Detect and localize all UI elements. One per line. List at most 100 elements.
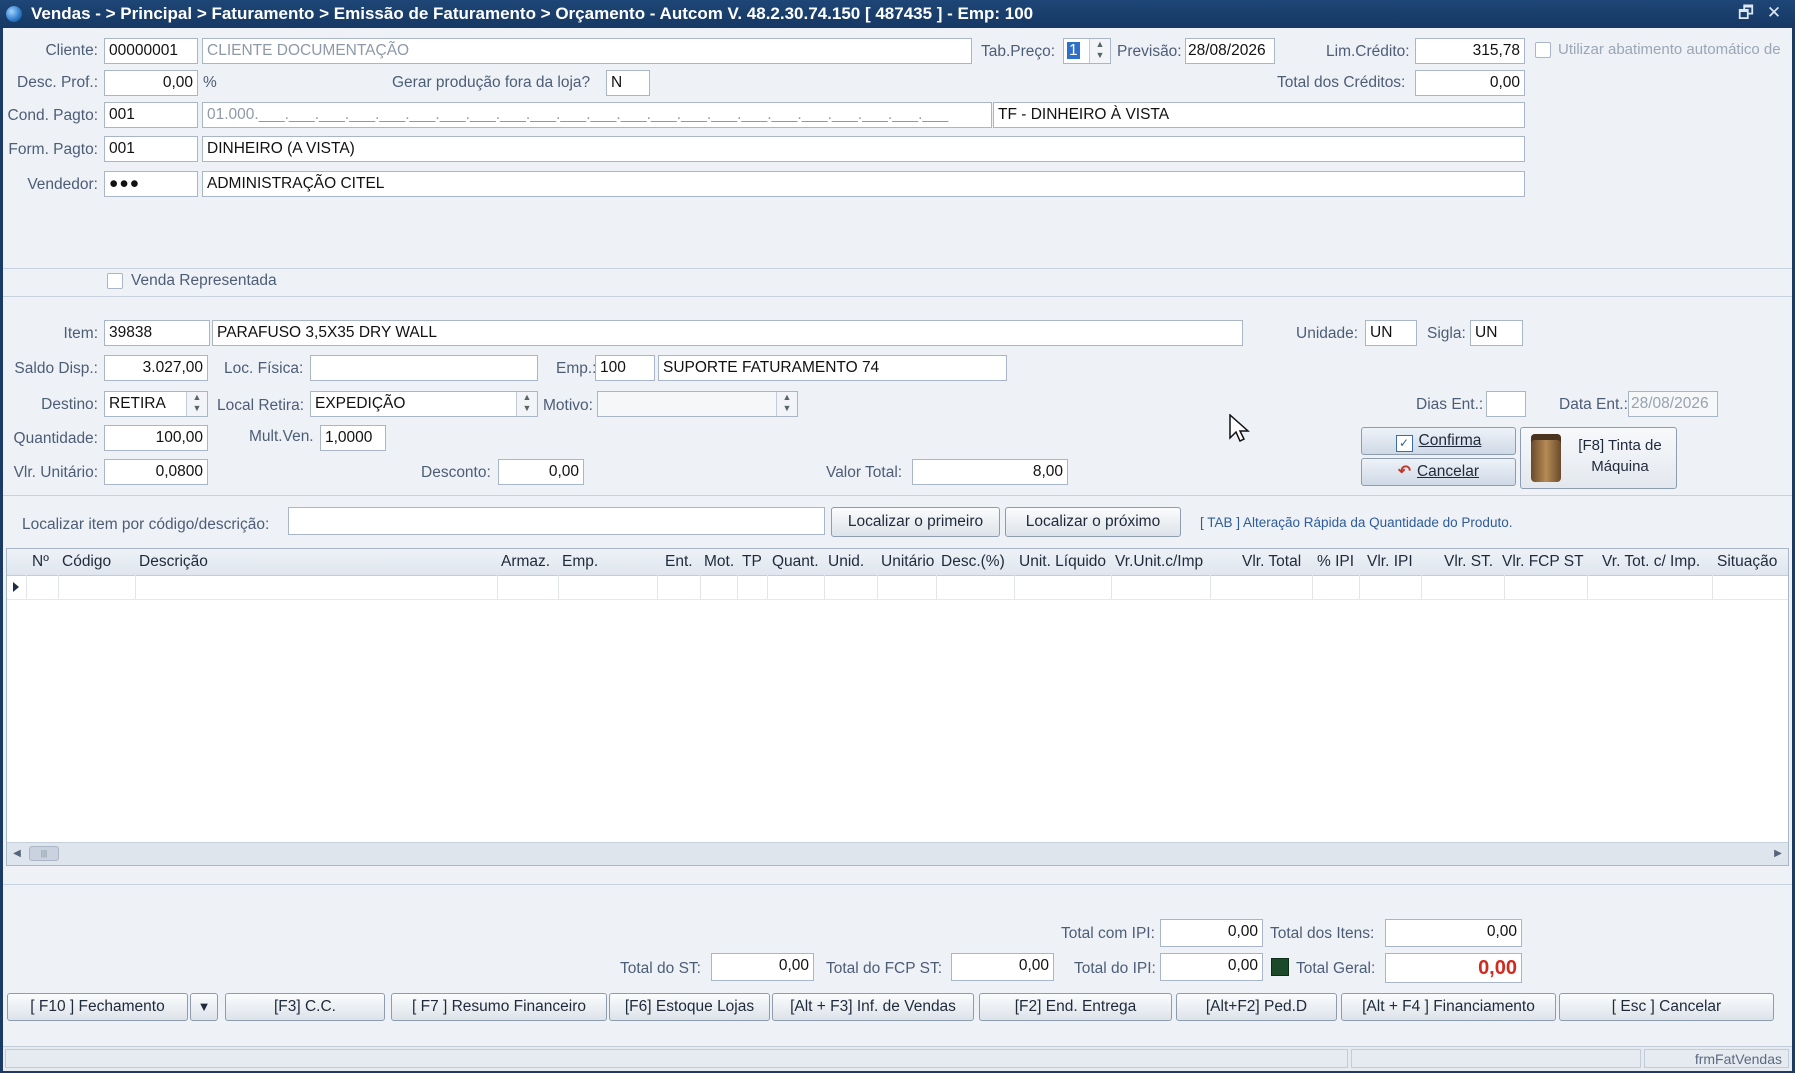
col-header[interactable]: Situação	[1717, 549, 1777, 575]
scroll-left-icon[interactable]: ◀	[7, 843, 27, 865]
destino-select[interactable]: RETIRA ▲ ▼	[104, 391, 208, 417]
cliente-code-field[interactable]: 00000001	[104, 38, 198, 64]
cc-button[interactable]: [F3] C.C.	[225, 993, 385, 1021]
dias-ent-label: Dias Ent.:	[1416, 396, 1484, 413]
col-header[interactable]: Vlr. IPI	[1367, 549, 1413, 575]
item-code-field[interactable]: 39838	[104, 320, 210, 346]
gerar-producao-label: Gerar produção fora da loja?	[392, 74, 591, 91]
tinta-maquina-button[interactable]: [F8] Tinta de Máquina	[1520, 427, 1677, 489]
search-input[interactable]	[288, 507, 825, 535]
mult-ven-field: 1,0000	[320, 425, 386, 451]
dias-ent-field[interactable]	[1486, 391, 1526, 417]
fechamento-button[interactable]: [ F10 ] Fechamento	[7, 993, 188, 1021]
col-divider	[58, 575, 59, 599]
cancelar-button[interactable]: [ Esc ] Cancelar	[1559, 993, 1774, 1021]
loc-fisica-field[interactable]	[310, 355, 538, 381]
previsao-field[interactable]: 28/08/2026	[1185, 38, 1275, 64]
col-header[interactable]: Vr.Unit.c/Imp	[1115, 549, 1203, 575]
col-header[interactable]: Unitário	[881, 549, 934, 575]
col-header[interactable]: % IPI	[1317, 549, 1354, 575]
abatimento-checkbox[interactable]	[1535, 42, 1551, 58]
vendedor-code-field[interactable]: ●●●	[104, 171, 198, 197]
cond-pagto-label: Cond. Pagto:	[7, 107, 98, 124]
item-label: Item:	[63, 325, 98, 342]
desconto-field[interactable]: 0,00	[498, 459, 584, 485]
separator	[3, 884, 1792, 885]
scroll-thumb[interactable]: |||	[29, 846, 59, 861]
total-geral-label: Total Geral:	[1296, 960, 1376, 977]
cond-pagto-code-field[interactable]: 001	[104, 102, 198, 128]
tinta-label-line2: Máquina	[1591, 458, 1649, 475]
status-bar: frmFatVendas	[3, 1046, 1792, 1071]
col-header[interactable]: Unit. Líquido	[1019, 549, 1106, 575]
valor-total-field[interactable]: 8,00	[912, 459, 1068, 485]
restore-icon[interactable]: 🗗	[1734, 2, 1758, 24]
col-header[interactable]: Unid.	[828, 549, 864, 575]
motivo-select[interactable]: ▲ ▼	[597, 391, 798, 417]
previsao-label: Previsão:	[1117, 43, 1182, 60]
vlr-unitario-field[interactable]: 0,0800	[104, 459, 208, 485]
emp-code-field[interactable]: 100	[595, 355, 655, 381]
col-header[interactable]: Código	[62, 549, 111, 575]
window-title: Vendas - > Principal > Faturamento > Emi…	[31, 4, 1034, 23]
col-header[interactable]: Vr. Tot. c/ Imp.	[1602, 549, 1700, 575]
motivo-spin[interactable]: ▲ ▼	[776, 392, 797, 416]
col-header[interactable]: Vlr. FCP ST	[1502, 549, 1584, 575]
tab-preco-spin[interactable]: ▲ ▼	[1089, 39, 1110, 63]
col-header[interactable]: Desc.(%)	[941, 549, 1005, 575]
cond-pagto-mask-field[interactable]: 01.000.___.___.___.___.___.___.___.___._…	[202, 102, 992, 128]
col-header[interactable]: Descrição	[139, 549, 208, 575]
form-pagto-label: Form. Pagto:	[8, 141, 98, 158]
form-body: Cliente: 00000001 CLIENTE DOCUMENTAÇÃO T…	[3, 28, 1792, 1071]
col-divider	[1587, 575, 1588, 599]
cancelar-item-button[interactable]: ↶ Cancelar	[1361, 458, 1516, 486]
separator	[3, 296, 1792, 297]
quantidade-field[interactable]: 100,00	[104, 425, 208, 451]
destino-value: RETIRA	[109, 395, 166, 412]
title-bar: Vendas - > Principal > Faturamento > Emi…	[0, 0, 1795, 28]
resumo-financeiro-button[interactable]: [ F7 ] Resumo Financeiro	[391, 993, 607, 1021]
motivo-label: Motivo:	[543, 397, 593, 414]
items-grid[interactable]: Nº Código Descrição Armaz. Emp. Ent. Mot…	[6, 548, 1789, 866]
destino-spin[interactable]: ▲ ▼	[186, 392, 207, 416]
gerar-producao-field[interactable]: N	[606, 70, 650, 96]
localizar-primeiro-button[interactable]: Localizar o primeiro	[831, 507, 1000, 537]
form-pagto-code-field[interactable]: 001	[104, 136, 198, 162]
col-header[interactable]: Quant.	[772, 549, 819, 575]
col-header[interactable]: Nº	[32, 549, 49, 575]
total-st-field: 0,00	[711, 953, 814, 981]
local-retira-select[interactable]: EXPEDIÇÃO ▲ ▼	[310, 391, 538, 417]
col-header[interactable]: Emp.	[562, 549, 598, 575]
separator	[3, 495, 1792, 496]
col-header[interactable]: Armaz.	[501, 549, 550, 575]
cliente-name-field[interactable]: CLIENTE DOCUMENTAÇÃO	[202, 38, 972, 64]
col-divider	[1359, 575, 1360, 599]
localizar-proximo-button[interactable]: Localizar o próximo	[1005, 507, 1181, 537]
ped-d-button[interactable]: [Alt+F2] Ped.D	[1176, 993, 1337, 1021]
col-divider	[767, 575, 768, 599]
paint-can-icon	[1531, 434, 1561, 482]
col-header[interactable]: TP	[742, 549, 762, 575]
estoque-lojas-button[interactable]: [F6] Estoque Lojas	[609, 993, 770, 1021]
col-header[interactable]: Mot.	[704, 549, 734, 575]
close-icon[interactable]: ✕	[1762, 2, 1786, 24]
total-ipi-label: Total do IPI:	[1074, 960, 1156, 977]
local-retira-spin[interactable]: ▲ ▼	[516, 392, 537, 416]
desc-prof-field[interactable]: 0,00	[104, 70, 198, 96]
financiamento-button[interactable]: [Alt + F4 ] Financiamento	[1341, 993, 1556, 1021]
scroll-right-icon[interactable]: ▶	[1768, 843, 1788, 865]
tab-preco-field[interactable]: 1 ▲ ▼	[1063, 38, 1111, 64]
total-fcp-st-label: Total do FCP ST:	[826, 960, 943, 977]
confirma-button[interactable]: ✓ Confirma	[1361, 427, 1516, 455]
col-divider	[1421, 575, 1422, 599]
inf-vendas-button[interactable]: [Alt + F3] Inf. de Vendas	[772, 993, 974, 1021]
grid-horizontal-scrollbar[interactable]: ◀ ||| ▶	[7, 842, 1788, 865]
loc-fisica-label: Loc. Física:	[224, 360, 304, 377]
venda-representada-checkbox[interactable]	[107, 273, 123, 289]
table-row[interactable]	[7, 575, 1788, 600]
end-entrega-button[interactable]: [F2] End. Entrega	[979, 993, 1172, 1021]
col-header[interactable]: Vlr. ST.	[1444, 549, 1493, 575]
col-header[interactable]: Ent.	[665, 549, 693, 575]
fechamento-dropdown-icon[interactable]: ▼	[190, 993, 218, 1021]
col-header[interactable]: Vlr. Total	[1242, 549, 1301, 575]
